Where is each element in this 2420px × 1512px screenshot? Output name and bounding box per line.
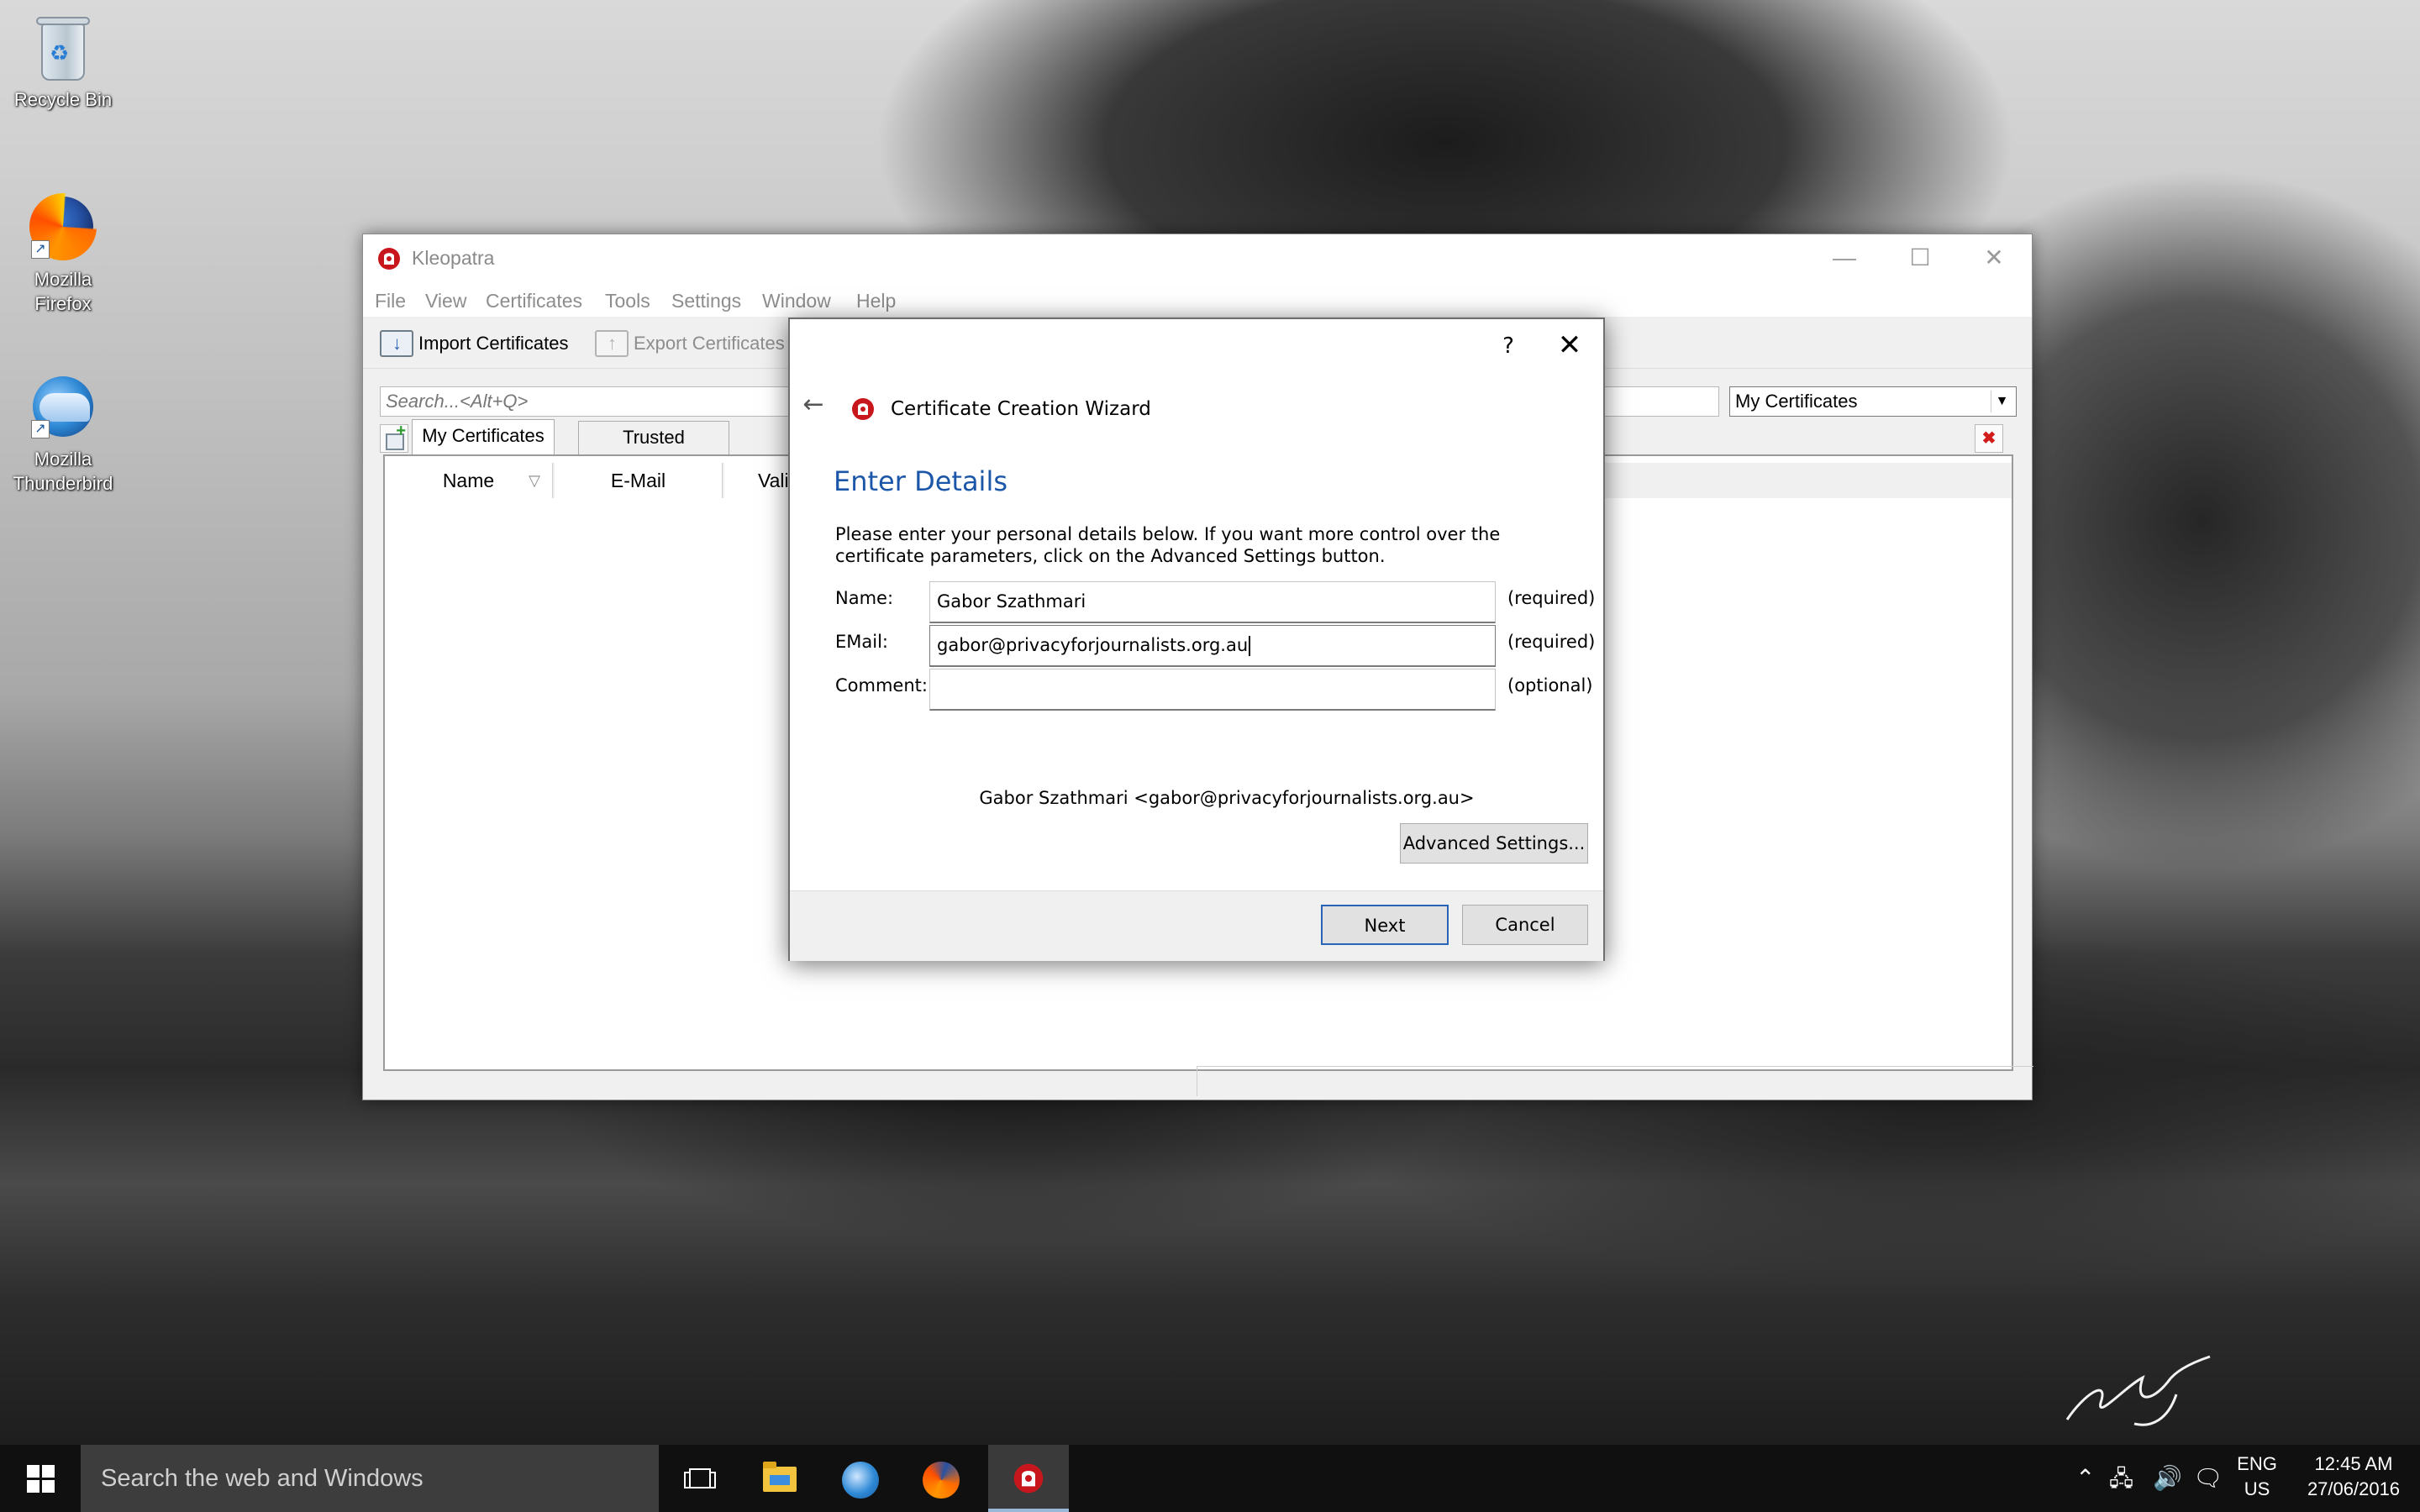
firefox-icon: ↗	[28, 192, 98, 262]
thunderbird-taskbar-button[interactable]	[820, 1445, 901, 1512]
certificate-creation-wizard-dialog: ? ✕ ← Certificate Creation Wizard Enter …	[788, 318, 1605, 961]
sort-indicator-icon: ▽	[529, 472, 540, 489]
column-header-email[interactable]: E-Mail	[555, 463, 723, 498]
menu-file[interactable]: File	[375, 290, 406, 312]
certificate-filter-dropdown[interactable]: My Certificates ▼	[1729, 386, 2017, 417]
desktop-icon-label: Mozilla Firefox	[34, 269, 92, 314]
network-icon[interactable]: 🖧	[2109, 1463, 2133, 1494]
task-view-button[interactable]	[659, 1445, 739, 1512]
shortcut-arrow-icon: ↗	[31, 240, 50, 259]
clock-date: 27/06/2016	[2307, 1478, 2401, 1499]
comment-field[interactable]	[929, 669, 1496, 711]
back-arrow-icon[interactable]: ←	[797, 388, 830, 422]
export-certificates-button[interactable]: Export Certificates	[590, 327, 785, 360]
column-header-name[interactable]: Name ▽	[385, 463, 553, 498]
firefox-icon	[923, 1462, 960, 1499]
advanced-settings-button[interactable]: Advanced Settings...	[1400, 823, 1588, 864]
clock[interactable]: 12:45 AM 27/06/2016	[2287, 1452, 2420, 1512]
language-line-2: US	[2244, 1478, 2270, 1499]
kleopatra-icon	[852, 398, 874, 420]
kleopatra-icon	[1013, 1463, 1044, 1494]
file-explorer-button[interactable]	[739, 1445, 820, 1512]
volume-icon[interactable]: 🔊	[2153, 1463, 2182, 1494]
dialog-footer: Next Cancel	[790, 890, 1603, 961]
close-button[interactable]: ✕	[1956, 234, 2032, 283]
email-value: gabor@privacyforjournalists.org.au	[937, 635, 1249, 655]
chevron-up-icon[interactable]: ⌃	[2075, 1463, 2095, 1494]
page-description: Please enter your personal details below…	[835, 524, 1501, 566]
filter-value: My Certificates	[1735, 391, 1858, 412]
desktop-icon-thunderbird[interactable]: ↗ Mozilla Thunderbird	[0, 371, 126, 496]
window-title: Kleopatra	[412, 247, 495, 269]
cancel-button[interactable]: Cancel	[1462, 905, 1588, 945]
kleopatra-taskbar-button[interactable]	[988, 1445, 1069, 1512]
minimize-button[interactable]: —	[1807, 234, 1882, 283]
menu-settings[interactable]: Settings	[671, 290, 741, 312]
wizard-title: Certificate Creation Wizard	[891, 398, 1151, 420]
task-view-icon	[684, 1468, 716, 1488]
firefox-taskbar-button[interactable]	[901, 1445, 981, 1512]
import-icon	[380, 330, 413, 357]
language-indicator[interactable]: ENG US	[2233, 1452, 2281, 1512]
import-label: Import Certificates	[418, 333, 569, 354]
comment-label: Comment:	[835, 675, 928, 696]
thunderbird-icon: ↗	[28, 371, 98, 442]
chevron-down-icon: ▼	[1991, 391, 2012, 412]
desktop-icon-label: Recycle Bin	[13, 89, 113, 110]
language-line-1: ENG	[2237, 1453, 2277, 1474]
name-field[interactable]: Gabor Szathmari	[929, 581, 1496, 623]
kleopatra-icon	[378, 248, 400, 270]
menu-view[interactable]: View	[425, 290, 466, 312]
email-label: EMail:	[835, 632, 888, 652]
email-field[interactable]: gabor@privacyforjournalists.org.au	[929, 625, 1496, 667]
status-bar	[1197, 1066, 2033, 1096]
thunderbird-icon	[842, 1462, 879, 1499]
menu-help[interactable]: Help	[856, 290, 896, 312]
user-id-preview: Gabor Szathmari <gabor@privacyforjournal…	[979, 788, 1475, 808]
menu-tools[interactable]: Tools	[605, 290, 650, 312]
import-certificates-button[interactable]: Import Certificates	[375, 327, 569, 360]
close-tab-icon[interactable]: ✖	[1975, 424, 2003, 453]
help-button[interactable]: ?	[1479, 326, 1538, 366]
desktop-icon-firefox[interactable]: ↗ Mozilla Firefox	[0, 192, 126, 316]
export-label: Export Certificates	[634, 333, 785, 354]
name-label: Name:	[835, 588, 894, 608]
title-bar[interactable]: Kleopatra — ☐ ✕	[363, 234, 2032, 283]
next-button[interactable]: Next	[1321, 905, 1449, 945]
photographer-signature	[2065, 1355, 2211, 1426]
desktop-icon-recycle-bin[interactable]: ♻ Recycle Bin	[0, 12, 126, 112]
tab-trusted-certificates[interactable]: Trusted Certificates	[578, 421, 729, 480]
windows-start-icon[interactable]	[0, 1445, 81, 1512]
taskbar-search-input[interactable]: Search the web and Windows	[81, 1445, 659, 1512]
menu-certificates[interactable]: Certificates	[486, 290, 582, 312]
clock-time: 12:45 AM	[2314, 1453, 2393, 1474]
menu-window[interactable]: Window	[762, 290, 831, 312]
new-tab-button[interactable]	[380, 422, 408, 453]
file-explorer-icon	[763, 1462, 797, 1492]
maximize-button[interactable]: ☐	[1882, 234, 1958, 283]
close-button[interactable]: ✕	[1539, 324, 1600, 366]
notification-icon[interactable]: 🗨	[2193, 1463, 2223, 1494]
taskbar: Search the web and Windows ⌃ 🖧 🔊 🗨 ENG U…	[0, 1445, 2420, 1512]
name-required-hint: (required)	[1507, 588, 1596, 608]
tab-my-certificates[interactable]: My Certificates	[412, 419, 555, 454]
export-icon	[595, 330, 629, 357]
page-heading: Enter Details	[834, 465, 1007, 497]
menu-bar: File View Certificates Tools Settings Wi…	[363, 283, 2032, 317]
shortcut-arrow-icon: ↗	[31, 420, 50, 438]
comment-optional-hint: (optional)	[1507, 675, 1593, 696]
desktop-icon-label: Mozilla Thunderbird	[13, 449, 113, 494]
column-header-label: Name	[442, 470, 495, 491]
email-required-hint: (required)	[1507, 632, 1596, 652]
recycle-bin-icon: ♻	[28, 12, 98, 82]
